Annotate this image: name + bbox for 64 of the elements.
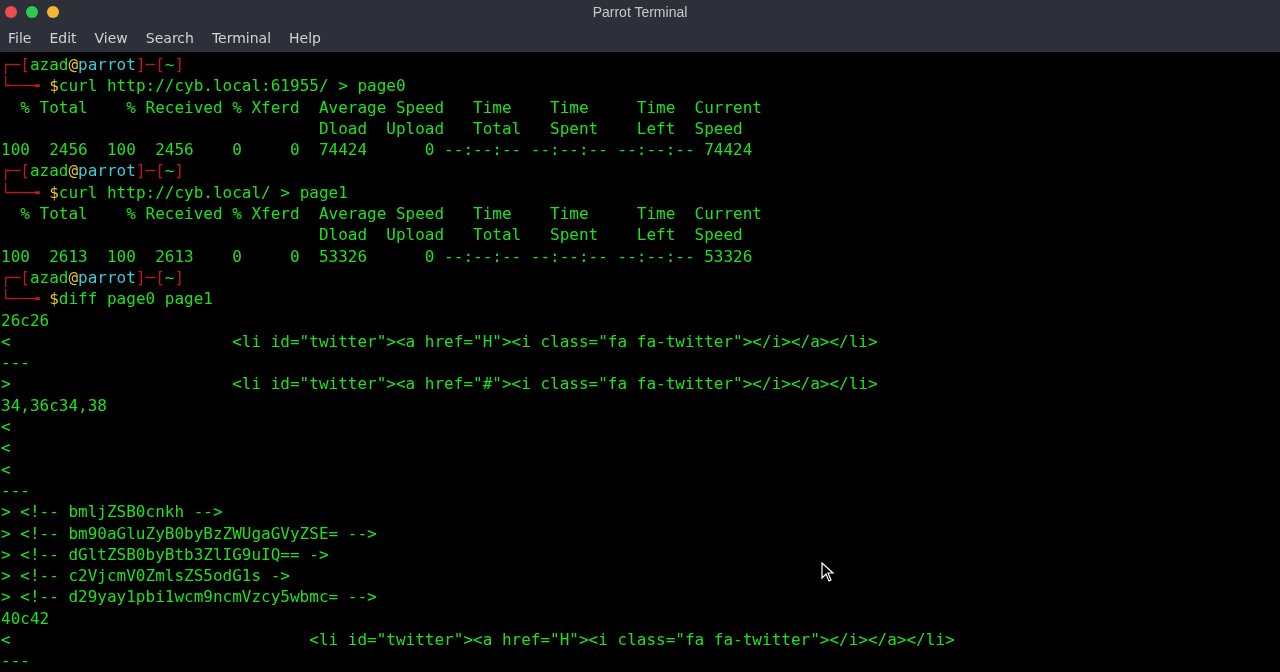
menu-item[interactable]: Edit (41, 30, 85, 46)
command-text: diff page0 page1 (58, 289, 213, 309)
prompt-frame: ] (174, 267, 185, 287)
maximize-button[interactable] (26, 6, 38, 18)
output-line: < (1, 458, 11, 480)
output-line: < (1, 416, 11, 438)
prompt-host: parrot (78, 161, 136, 181)
output-line: --- (1, 479, 30, 502)
prompt-symbol: $ (49, 182, 59, 202)
prompt-host: parrot (78, 267, 136, 287)
menu-item[interactable]: View (86, 30, 136, 46)
command-text: curl http://cyb.local/ > page1 (58, 182, 348, 202)
window-title: Parrot Terminal (592, 4, 688, 20)
output-line: --- (1, 352, 30, 374)
prompt-user: azad (29, 267, 69, 287)
prompt-directory: ~ (164, 55, 175, 74)
output-line: > <!-- bmljZSB0cnkh --> (1, 501, 223, 523)
output-line: 26c26 (1, 309, 50, 331)
prompt-host: parrot (78, 55, 136, 74)
close-button[interactable] (5, 6, 17, 18)
output-line: > <!-- d29yay1pbi1wcm9ncmVzcy5wbmc= --> (1, 586, 377, 608)
output-line: 100 2613 100 2613 0 0 53326 0 --:--:-- --:--:-- --:--:-- 53326 (1, 245, 753, 267)
output-line: 100 2456 100 2456 0 0 74424 0 --:--:-- --:--:-- --:--:-- 74424 (1, 139, 753, 161)
output-line: > <li id="twitter"><a href="#"><i class="fa fa-twitter"></i></a></li> (1, 373, 878, 395)
prompt-frame: ] (174, 55, 185, 74)
prompt-frame: ┌─[ (1, 55, 30, 74)
prompt-frame: ]─[ (135, 55, 165, 74)
output-line: > <!-- c2VjcmV0ZmlsZS5odG1s -> (1, 565, 290, 587)
prompt-frame: ] (174, 161, 185, 181)
output-line: --- (1, 650, 30, 672)
prompt-at-sign: @ (68, 55, 79, 74)
menu-item[interactable]: Search (137, 30, 202, 46)
output-line: < <li id="twitter"><a href="H"><i class="fa fa-twitter"></i></a></li> (1, 629, 955, 651)
prompt-symbol: $ (49, 289, 59, 309)
output-line: % Total % Received % Xferd Average Speed Time Time Time Current (19, 203, 762, 225)
prompt-directory: ~ (164, 161, 175, 181)
output-line: 40c42 (1, 607, 50, 629)
prompt-corner: └──╼ (1, 182, 41, 202)
mouse-pointer-icon (821, 562, 835, 582)
menu-item[interactable]: File (0, 30, 40, 46)
command-text: curl http://cyb.local:61955/ > page0 (58, 76, 406, 96)
prompt-frame: ]─[ (135, 267, 165, 287)
output-line: < <li id="twitter"><a href="H"><i class="fa fa-twitter"></i></a></li> (1, 330, 878, 353)
prompt-frame: ┌─[ (1, 161, 30, 181)
prompt-symbol: $ (49, 76, 59, 96)
prompt-corner: └──╼ (1, 289, 41, 309)
prompt-at-sign: @ (68, 267, 79, 287)
prompt-user: azad (29, 55, 69, 74)
menu-item[interactable]: Help (281, 30, 329, 46)
output-line: Dload Upload Total Spent Left Speed (317, 224, 743, 246)
minimize-button[interactable] (47, 6, 59, 18)
prompt-corner: └──╼ (1, 76, 41, 96)
prompt-user: azad (29, 161, 69, 181)
prompt-directory: ~ (164, 267, 175, 287)
output-line: 34,36c34,38 (1, 394, 107, 417)
output-line: > <!-- bm90aGluZyB0byBzZWUgaGVyZSE= --> (1, 522, 377, 544)
output-line: % Total % Received % Xferd Average Speed Time Time Time Current (19, 96, 762, 118)
prompt-frame: ┌─[ (1, 267, 30, 287)
output-line: < (1, 437, 11, 459)
output-line: > <!-- dGltZSB0byBtb3ZlIG9uIQ== -> (1, 543, 329, 566)
output-line: Dload Upload Total Spent Left Speed (317, 117, 743, 140)
prompt-frame: ]─[ (135, 161, 165, 181)
prompt-at-sign: @ (68, 161, 79, 181)
menu-item[interactable]: Terminal (203, 30, 280, 46)
